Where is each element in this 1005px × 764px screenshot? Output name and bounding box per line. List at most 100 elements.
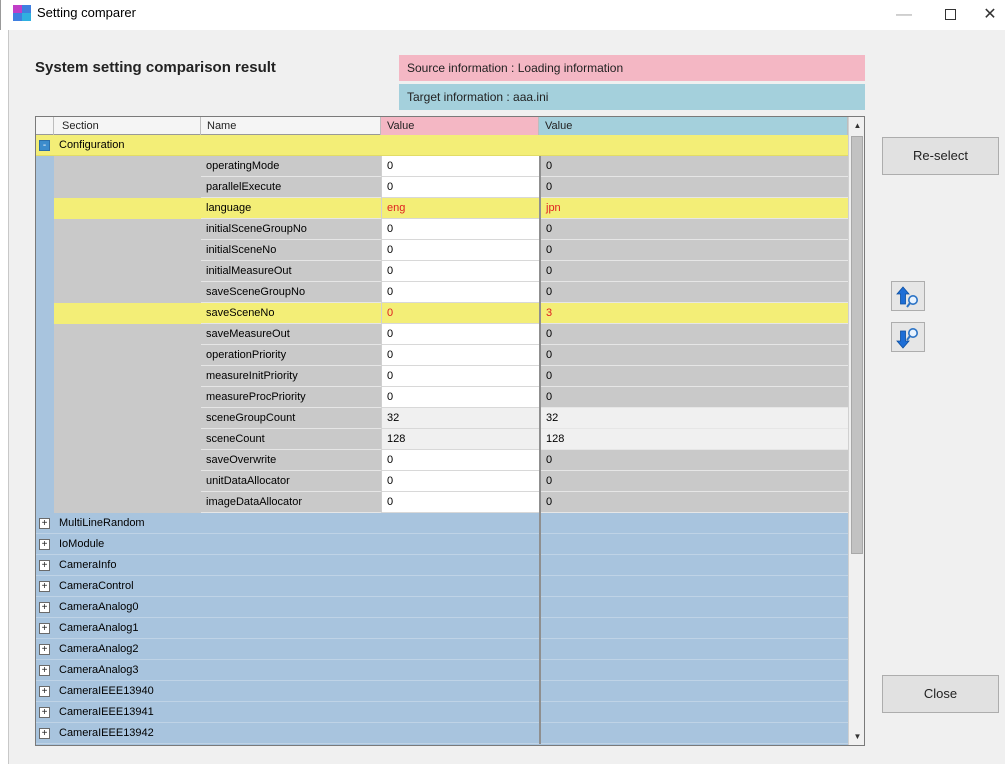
source-value[interactable]: 0	[381, 345, 539, 366]
setting-row[interactable]: saveOverwrite 0 0	[36, 450, 848, 471]
source-value[interactable]: 0	[381, 366, 539, 387]
setting-name: saveSceneNo	[201, 303, 381, 324]
source-value[interactable]: 32	[381, 408, 539, 429]
target-value[interactable]: 0	[541, 261, 848, 282]
setting-row[interactable]: operationPriority 0 0	[36, 345, 848, 366]
source-value[interactable]: 0	[381, 450, 539, 471]
setting-row[interactable]: saveMeasureOut 0 0	[36, 324, 848, 345]
source-value[interactable]: 0	[381, 240, 539, 261]
target-value[interactable]: 3	[541, 303, 848, 324]
section-row[interactable]: + CameraIEEE13940	[36, 681, 848, 702]
vertical-scrollbar[interactable]: ▲ ▼	[848, 117, 864, 745]
target-value[interactable]: 0	[541, 282, 848, 303]
setting-row[interactable]: language eng jpn	[36, 198, 848, 219]
section-row[interactable]: + CameraAnalog1	[36, 618, 848, 639]
target-value[interactable]: 0	[541, 345, 848, 366]
section-row-configuration[interactable]: - Configuration	[36, 135, 848, 156]
header-section[interactable]: Section	[54, 117, 201, 135]
reselect-button[interactable]: Re-select	[882, 137, 999, 175]
column-separator	[539, 660, 541, 681]
target-value[interactable]: 0	[541, 366, 848, 387]
setting-row[interactable]: operatingMode 0 0	[36, 156, 848, 177]
section-row[interactable]: + CameraAnalog3	[36, 660, 848, 681]
target-value[interactable]: 0	[541, 219, 848, 240]
source-value[interactable]: 0	[381, 156, 539, 177]
target-info-banner: Target information : aaa.ini	[399, 84, 865, 110]
source-value[interactable]: 0	[381, 303, 539, 324]
setting-row[interactable]: initialMeasureOut 0 0	[36, 261, 848, 282]
source-value[interactable]: eng	[381, 198, 539, 219]
target-value[interactable]: jpn	[541, 198, 848, 219]
source-value[interactable]: 0	[381, 177, 539, 198]
target-value[interactable]: 0	[541, 156, 848, 177]
row-gutter	[36, 219, 54, 240]
target-value[interactable]: 0	[541, 240, 848, 261]
section-row[interactable]: + CameraControl	[36, 576, 848, 597]
comparison-grid[interactable]: Section Name Value Value - Configuration o…	[35, 116, 865, 746]
section-row[interactable]: + CameraIEEE13941	[36, 702, 848, 723]
previous-difference-button[interactable]	[891, 281, 925, 311]
expand-toggle[interactable]: +	[39, 602, 50, 613]
target-value[interactable]: 0	[541, 450, 848, 471]
target-value[interactable]: 128	[541, 429, 848, 450]
setting-name: initialSceneNo	[201, 240, 381, 261]
setting-row[interactable]: initialSceneNo 0 0	[36, 240, 848, 261]
column-separator	[539, 681, 541, 702]
target-value[interactable]: 0	[541, 324, 848, 345]
section-row[interactable]: + IoModule	[36, 534, 848, 555]
expand-toggle[interactable]: +	[39, 665, 50, 676]
row-section-cell	[54, 324, 201, 345]
setting-row[interactable]: sceneCount 128 128	[36, 429, 848, 450]
header-target-value[interactable]: Value	[539, 117, 848, 135]
section-row[interactable]: + CameraAnalog0	[36, 597, 848, 618]
expand-toggle[interactable]: +	[39, 539, 50, 550]
expand-toggle[interactable]: +	[39, 644, 50, 655]
source-value[interactable]: 128	[381, 429, 539, 450]
source-value[interactable]: 0	[381, 324, 539, 345]
close-window-button[interactable]: ✕	[967, 0, 1005, 30]
setting-row[interactable]: sceneGroupCount 32 32	[36, 408, 848, 429]
expand-toggle[interactable]: +	[39, 623, 50, 634]
setting-row[interactable]: parallelExecute 0 0	[36, 177, 848, 198]
setting-row[interactable]: initialSceneGroupNo 0 0	[36, 219, 848, 240]
setting-row[interactable]: imageDataAllocator 0 0	[36, 492, 848, 513]
source-value[interactable]: 0	[381, 219, 539, 240]
scroll-down-button[interactable]: ▼	[849, 728, 864, 745]
expand-toggle[interactable]: +	[39, 728, 50, 739]
setting-row[interactable]: saveSceneGroupNo 0 0	[36, 282, 848, 303]
setting-row[interactable]: measureProcPriority 0 0	[36, 387, 848, 408]
target-value[interactable]: 0	[541, 492, 848, 513]
section-row[interactable]: + MultiLineRandom	[36, 513, 848, 534]
scroll-up-button[interactable]: ▲	[849, 117, 864, 134]
source-info-banner: Source information : Loading information	[399, 55, 865, 81]
source-value[interactable]: 0	[381, 282, 539, 303]
minimize-button[interactable]: —	[881, 0, 927, 30]
setting-row[interactable]: saveSceneNo 0 3	[36, 303, 848, 324]
header-name[interactable]: Name	[201, 117, 381, 135]
target-value[interactable]: 0	[541, 177, 848, 198]
maximize-icon	[944, 9, 956, 21]
expand-toggle[interactable]: +	[39, 518, 50, 529]
source-value[interactable]: 0	[381, 261, 539, 282]
scroll-thumb[interactable]	[851, 136, 863, 554]
section-row[interactable]: + CameraInfo	[36, 555, 848, 576]
source-value[interactable]: 0	[381, 492, 539, 513]
close-button[interactable]: Close	[882, 675, 999, 713]
expand-toggle[interactable]: +	[39, 707, 50, 718]
source-value[interactable]: 0	[381, 387, 539, 408]
target-value[interactable]: 32	[541, 408, 848, 429]
source-value[interactable]: 0	[381, 471, 539, 492]
expand-toggle[interactable]: +	[39, 581, 50, 592]
setting-row[interactable]: unitDataAllocator 0 0	[36, 471, 848, 492]
collapse-toggle[interactable]: -	[39, 140, 50, 151]
next-difference-button[interactable]	[891, 322, 925, 352]
section-row[interactable]: + CameraAnalog2	[36, 639, 848, 660]
setting-row[interactable]: measureInitPriority 0 0	[36, 366, 848, 387]
target-value[interactable]: 0	[541, 471, 848, 492]
header-source-value[interactable]: Value	[381, 117, 539, 135]
section-label: CameraAnalog3	[59, 664, 139, 676]
expand-toggle[interactable]: +	[39, 686, 50, 697]
target-value[interactable]: 0	[541, 387, 848, 408]
section-row[interactable]: + CameraIEEE13942	[36, 723, 848, 744]
expand-toggle[interactable]: +	[39, 560, 50, 571]
